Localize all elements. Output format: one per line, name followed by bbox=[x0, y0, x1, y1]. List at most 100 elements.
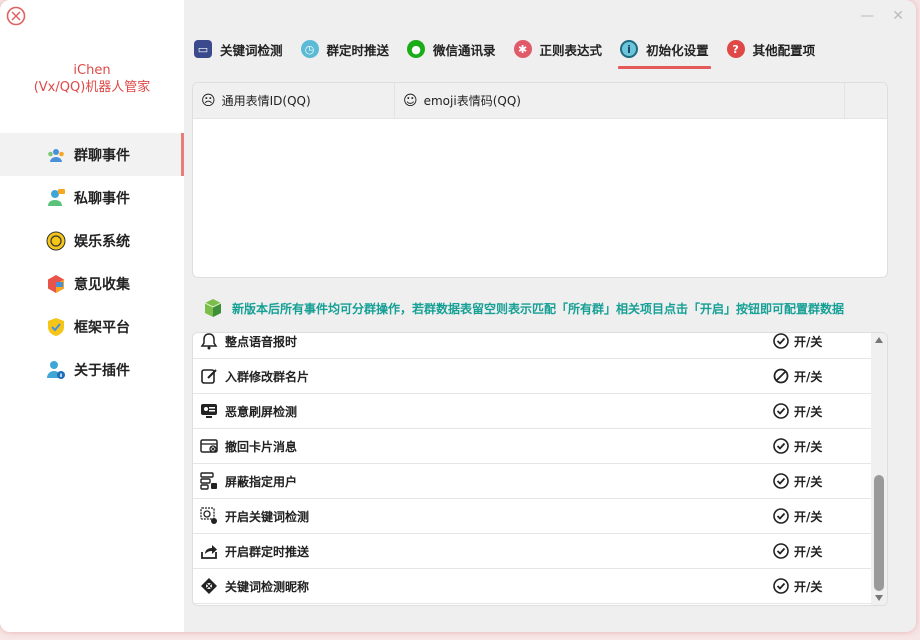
sidebar-item-label: 私聊事件 bbox=[74, 190, 130, 207]
tab-group-scheduled-push[interactable]: ◷ 群定时推送 bbox=[300, 36, 389, 62]
sidebar-item-framework[interactable]: 框架平台 bbox=[0, 305, 184, 348]
toggle-switch[interactable]: 开/关 bbox=[773, 578, 822, 595]
scroll-up-arrow-icon[interactable] bbox=[875, 337, 883, 343]
toggle-label: 开/关 bbox=[794, 334, 823, 349]
toggle-label: 开/关 bbox=[794, 544, 823, 559]
toggle-switch[interactable]: 开/关 bbox=[773, 508, 822, 525]
sidebar-item-about-plugin[interactable]: 关于插件 bbox=[0, 348, 184, 391]
group-chat-icon bbox=[46, 145, 66, 165]
package-icon bbox=[204, 299, 222, 317]
list-item-label: 整点语音报时 bbox=[225, 334, 298, 349]
keyword-scan-icon bbox=[199, 506, 219, 526]
app-title: iChen (Vx/QQ)机器人管家 bbox=[0, 62, 184, 96]
entertainment-icon bbox=[46, 231, 66, 251]
list-item-nickname-keyword: 关键词检测昵称 开/关 bbox=[193, 569, 871, 604]
screen-monitor-icon bbox=[199, 401, 219, 421]
toggle-label: 开/关 bbox=[794, 474, 823, 489]
list-item-label: 屏蔽指定用户 bbox=[225, 474, 298, 489]
sidebar-nav: 群聊事件 私聊事件 娱乐系统 意见收集 框架平台 关于插件 bbox=[0, 133, 184, 391]
list-item-recall-card: 撤回卡片消息 开/关 bbox=[193, 429, 871, 464]
edit-icon bbox=[199, 366, 219, 386]
about-plugin-icon bbox=[46, 360, 66, 380]
nickname-scan-icon bbox=[199, 576, 219, 596]
column-header-label: 通用表情ID(QQ) bbox=[221, 94, 311, 108]
sidebar-item-label: 框架平台 bbox=[74, 319, 130, 336]
window-controls: — ✕ bbox=[860, 8, 904, 24]
toggle-switch[interactable]: 开/关 bbox=[773, 403, 822, 420]
question-icon: ? bbox=[726, 40, 745, 58]
grid-header: ☹ 通用表情ID(QQ) ☺ emoji表情码(QQ) bbox=[193, 83, 887, 119]
app-title-line2: (Vx/QQ)机器人管家 bbox=[33, 80, 151, 95]
scroll-thumb[interactable] bbox=[874, 475, 884, 591]
toggle-switch[interactable]: 开/关 bbox=[773, 438, 822, 455]
toggle-label: 开/关 bbox=[794, 579, 823, 594]
check-badge-icon bbox=[773, 543, 789, 559]
list-item-label: 恶意刷屏检测 bbox=[225, 404, 298, 419]
smile-face-icon: ☺ bbox=[403, 92, 418, 109]
sidebar-item-label: 关于插件 bbox=[74, 362, 130, 379]
tab-label: 其他配置项 bbox=[752, 42, 816, 58]
toggle-label: 开/关 bbox=[794, 509, 823, 524]
sidebar-item-feedback[interactable]: 意见收集 bbox=[0, 262, 184, 305]
card-recall-icon bbox=[199, 436, 219, 456]
keyword-icon: ▭ bbox=[194, 40, 212, 58]
check-badge-icon bbox=[773, 508, 789, 524]
tab-bar: ▭ 关键词检测 ◷ 群定时推送 ● 微信通讯录 ✱ 正则表达式 i 初始化设置 … bbox=[194, 36, 833, 70]
framework-icon bbox=[46, 317, 66, 337]
minimize-button[interactable]: — bbox=[860, 8, 874, 24]
check-badge-icon bbox=[773, 578, 789, 594]
toggle-switch[interactable]: 开/关 bbox=[773, 333, 822, 350]
toggle-switch[interactable]: 开/关 bbox=[773, 543, 822, 560]
bell-icon bbox=[199, 333, 219, 351]
feedback-icon bbox=[46, 274, 66, 294]
list-item-hourly-voice: 整点语音报时 开/关 bbox=[193, 333, 871, 359]
column-header-filler bbox=[845, 83, 887, 118]
toggle-switch[interactable]: 开/关 bbox=[773, 368, 822, 385]
check-badge-icon bbox=[773, 438, 789, 454]
list-item-spam-detection: 恶意刷屏检测 开/关 bbox=[193, 394, 871, 429]
disabled-icon bbox=[773, 368, 789, 384]
emoji-grid: ☹ 通用表情ID(QQ) ☺ emoji表情码(QQ) bbox=[192, 82, 888, 278]
block-user-icon bbox=[199, 471, 219, 491]
tab-other-config[interactable]: ? 其他配置项 bbox=[726, 36, 816, 62]
tab-regex[interactable]: ✱ 正则表达式 bbox=[513, 36, 603, 62]
toggle-switch[interactable]: 开/关 bbox=[773, 473, 822, 490]
tab-wechat-contacts[interactable]: ● 微信通讯录 bbox=[407, 36, 496, 62]
notice-bar: 新版本后所有事件均可分群操作，若群数据表留空则表示匹配「所有群」相关项目点击「开… bbox=[202, 297, 844, 319]
sidebar-item-label: 娱乐系统 bbox=[74, 233, 130, 250]
list-item-join-rename: 入群修改群名片 开/关 bbox=[193, 359, 871, 394]
private-chat-icon bbox=[46, 188, 66, 208]
list-item-block-user: 屏蔽指定用户 开/关 bbox=[193, 464, 871, 499]
surprised-face-icon: ☹ bbox=[201, 92, 216, 109]
toggle-label: 开/关 bbox=[794, 369, 823, 384]
app-title-line1: iChen bbox=[73, 63, 111, 78]
tab-label: 正则表达式 bbox=[539, 42, 603, 58]
check-badge-icon bbox=[773, 403, 789, 419]
sidebar-item-private-chat[interactable]: 私聊事件 bbox=[0, 176, 184, 219]
alarm-clock-icon: ◷ bbox=[300, 40, 319, 58]
list-item-label: 开启关键词检测 bbox=[225, 509, 310, 524]
tab-label: 初始化设置 bbox=[646, 42, 709, 58]
app-window: iChen (Vx/QQ)机器人管家 群聊事件 私聊事件 娱乐系统 意见收集 框… bbox=[0, 0, 916, 632]
tab-init-settings[interactable]: i 初始化设置 bbox=[618, 36, 711, 69]
sidebar-item-entertainment[interactable]: 娱乐系统 bbox=[0, 219, 184, 262]
regex-icon: ✱ bbox=[513, 40, 532, 58]
list-item-enable-push: 开启群定时推送 开/关 bbox=[193, 534, 871, 569]
vertical-scrollbar[interactable] bbox=[871, 333, 887, 605]
close-button[interactable]: ✕ bbox=[892, 8, 904, 24]
notice-text: 新版本后所有事件均可分群操作，若群数据表留空则表示匹配「所有群」相关项目点击「开… bbox=[232, 301, 845, 316]
app-logo-icon bbox=[6, 6, 26, 26]
column-header-qq-emoji-id[interactable]: ☹ 通用表情ID(QQ) bbox=[193, 83, 395, 118]
list-item-label: 撤回卡片消息 bbox=[225, 439, 298, 454]
scroll-down-arrow-icon[interactable] bbox=[875, 595, 883, 601]
sidebar: iChen (Vx/QQ)机器人管家 群聊事件 私聊事件 娱乐系统 意见收集 框… bbox=[0, 0, 184, 632]
column-header-emoji-code[interactable]: ☺ emoji表情码(QQ) bbox=[395, 83, 845, 118]
check-badge-icon bbox=[773, 333, 789, 349]
tab-label: 关键词检测 bbox=[220, 42, 283, 58]
column-header-label: emoji表情码(QQ) bbox=[423, 94, 521, 108]
list-item-label: 入群修改群名片 bbox=[225, 369, 310, 384]
sidebar-item-group-chat[interactable]: 群聊事件 bbox=[0, 133, 184, 176]
list-item-label: 关键词检测昵称 bbox=[225, 579, 310, 594]
toggle-label: 开/关 bbox=[794, 404, 823, 419]
tab-keyword-detection[interactable]: ▭ 关键词检测 bbox=[194, 36, 283, 62]
